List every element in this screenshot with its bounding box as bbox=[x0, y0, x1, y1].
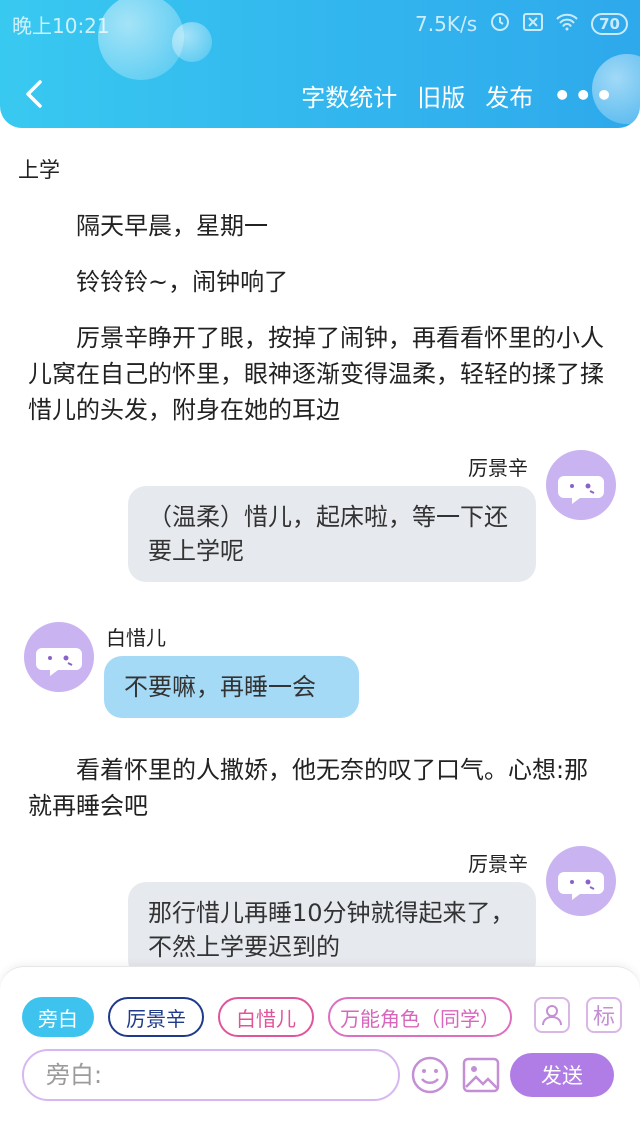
word-count-button[interactable]: 字数统计 bbox=[301, 78, 397, 113]
message-bubble[interactable]: 不要嘛，再睡一会 bbox=[104, 656, 359, 718]
status-bar: 晚上10:21 7.5K/s 70 bbox=[0, 0, 640, 44]
alarm-icon bbox=[489, 10, 511, 37]
chat-bubble-face-icon bbox=[36, 648, 82, 676]
role-universal-button[interactable]: 万能角色（同学） bbox=[328, 997, 512, 1037]
chat-bubble-face-icon bbox=[558, 476, 604, 504]
role-narration-button[interactable]: 旁白 bbox=[22, 997, 94, 1037]
more-icon[interactable]: ••• bbox=[553, 81, 616, 109]
chapter-title: 上学 bbox=[18, 158, 60, 182]
sim-icon bbox=[523, 12, 544, 36]
message-input[interactable] bbox=[22, 1049, 400, 1101]
narration-paragraph: 看着怀里的人撒娇，他无奈的叹了口气。心想:那就再睡会吧 bbox=[28, 756, 589, 820]
app-header: 晚上10:21 7.5K/s 70 字数统计 旧版 发布 ••• bbox=[0, 0, 640, 128]
network-speed: 7.5K/s bbox=[415, 11, 478, 36]
old-version-button[interactable]: 旧版 bbox=[417, 78, 465, 113]
send-button[interactable]: 发送 bbox=[510, 1053, 614, 1097]
back-icon[interactable] bbox=[18, 76, 54, 112]
status-time: 晚上10:21 bbox=[12, 14, 110, 38]
role-li-jingxin-button[interactable]: 厉景辛 bbox=[108, 997, 204, 1037]
message-bubble[interactable]: （温柔）惜儿，起床啦，等一下还要上学呢 bbox=[128, 486, 536, 582]
avatar[interactable] bbox=[546, 846, 616, 916]
avatar[interactable] bbox=[546, 450, 616, 520]
speaker-name: 白惜儿 bbox=[106, 626, 166, 650]
speaker-name: 厉景辛 bbox=[468, 852, 528, 876]
emoji-icon[interactable] bbox=[410, 1055, 450, 1095]
message-bubble[interactable]: 那行惜儿再睡10分钟就得起来了，不然上学要迟到的 bbox=[128, 882, 536, 966]
role-selector: 旁白 厉景辛 白惜儿 万能角色（同学） bbox=[22, 997, 512, 1037]
chat-bubble-face-icon bbox=[558, 872, 604, 900]
character-manage-icon[interactable] bbox=[534, 997, 570, 1033]
status-icons: 7.5K/s 70 bbox=[415, 10, 628, 37]
nav-actions: 字数统计 旧版 发布 ••• bbox=[301, 78, 616, 113]
narration-paragraph: 铃铃铃~，闹钟响了 bbox=[76, 268, 289, 296]
image-icon[interactable] bbox=[462, 1057, 500, 1093]
narration-paragraph: 厉景辛睁开了眼，按掉了闹钟，再看看怀里的小人儿窝在自己的怀里，眼神逐渐变得温柔，… bbox=[28, 324, 604, 424]
composer-panel: 旁白 厉景辛 白惜儿 万能角色（同学） 标 发送 bbox=[0, 966, 640, 1138]
narration-paragraph: 隔天早晨，星期一 bbox=[76, 212, 268, 240]
role-bai-xier-button[interactable]: 白惜儿 bbox=[218, 997, 314, 1037]
avatar[interactable] bbox=[24, 622, 94, 692]
speaker-name: 厉景辛 bbox=[468, 456, 528, 480]
battery-indicator: 70 bbox=[591, 12, 628, 35]
wifi-icon bbox=[555, 12, 579, 36]
story-content[interactable]: 上学 隔天早晨，星期一 铃铃铃~，闹钟响了 厉景辛睁开了眼，按掉了闹钟，再看看怀… bbox=[0, 128, 640, 966]
mark-button[interactable]: 标 bbox=[586, 997, 622, 1033]
nav-bar: 字数统计 旧版 发布 ••• bbox=[0, 68, 640, 124]
publish-button[interactable]: 发布 bbox=[485, 78, 533, 113]
